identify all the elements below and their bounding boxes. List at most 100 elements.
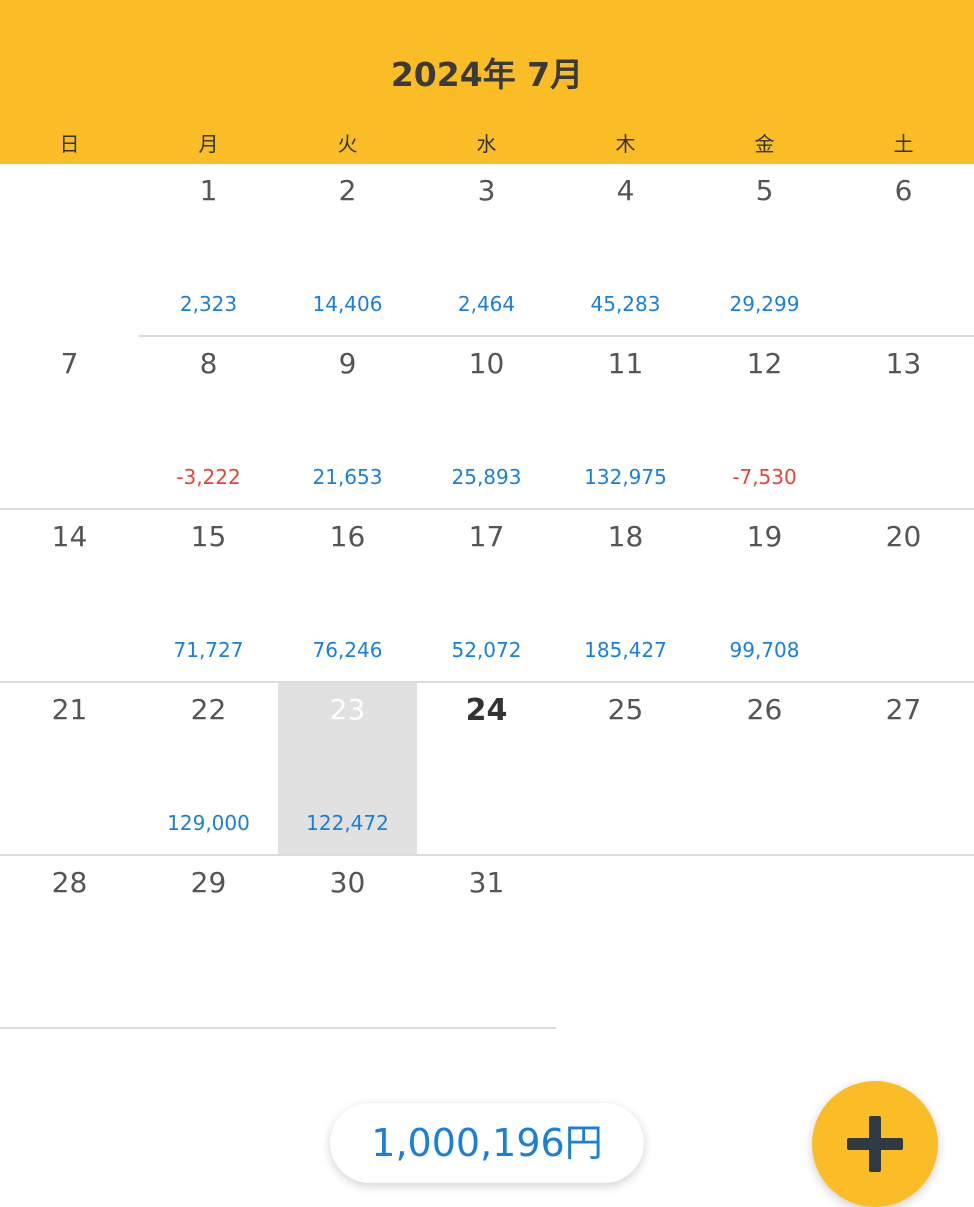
day-amount: 2,464 [457, 292, 516, 316]
day-number: 4 [616, 174, 635, 207]
calendar-day-cell[interactable]: 17 52,072 [417, 510, 556, 683]
day-amount: 21,653 [312, 465, 383, 489]
day-number: 27 [885, 693, 922, 726]
week-divider [0, 1027, 556, 1029]
day-amount: 25,893 [451, 465, 522, 489]
calendar-day-cell[interactable]: 12 -7,530 [695, 337, 834, 510]
day-number: 17 [468, 520, 505, 553]
calendar-day-cell[interactable]: 2 14,406 [278, 164, 417, 337]
day-amount: 122,472 [306, 811, 389, 835]
day-amount: -7,530 [732, 465, 797, 489]
day-number: 5 [755, 174, 774, 207]
calendar-day-cell[interactable]: 5 29,299 [695, 164, 834, 337]
weekday-sat: 土 [893, 132, 914, 156]
day-number: 15 [190, 520, 227, 553]
day-amount: 129,000 [167, 811, 250, 835]
day-amount: 14,406 [312, 292, 383, 316]
day-number: 7 [60, 347, 79, 380]
calendar-day-cell[interactable]: 1 2,323 [139, 164, 278, 337]
day-number: 26 [746, 693, 783, 726]
calendar-day-cell[interactable]: 11 132,975 [556, 337, 695, 510]
day-number: 8 [199, 347, 218, 380]
calendar-day-cell[interactable]: 8 -3,222 [139, 337, 278, 510]
day-number: 12 [746, 347, 783, 380]
day-number: 19 [746, 520, 783, 553]
day-number: 31 [468, 866, 505, 899]
calendar-day-cell[interactable]: 30 [278, 856, 417, 1029]
week-divider [0, 681, 974, 683]
day-number: 11 [607, 347, 644, 380]
calendar-day-cell[interactable]: 24 [417, 683, 556, 856]
calendar-day-cell[interactable]: 27 [834, 683, 973, 856]
day-number: 30 [329, 866, 366, 899]
calendar-empty-cell [0, 164, 139, 337]
week-divider [0, 508, 974, 510]
day-number: 14 [51, 520, 88, 553]
day-amount: 52,072 [451, 638, 522, 662]
day-number: 6 [894, 174, 913, 207]
add-entry-button[interactable] [812, 1081, 938, 1207]
weekday-sun: 日 [59, 132, 80, 156]
calendar-grid: 1 2,323 2 14,406 3 2,464 4 45,283 5 29,299 6 7 8 -3,2… [0, 164, 974, 1029]
weekday-fri: 金 [754, 132, 775, 156]
day-amount: 76,246 [312, 638, 383, 662]
month-title[interactable]: 2024年 7月 [0, 52, 974, 98]
day-number: 16 [329, 520, 366, 553]
calendar-day-cell[interactable]: 4 45,283 [556, 164, 695, 337]
day-number: 24 [465, 693, 508, 728]
day-amount: 185,427 [584, 638, 667, 662]
day-number: 22 [190, 693, 227, 726]
calendar-day-cell[interactable]: 7 [0, 337, 139, 510]
day-amount: -3,222 [176, 465, 241, 489]
calendar-day-cell[interactable]: 14 [0, 510, 139, 683]
week-divider [0, 854, 974, 856]
calendar-day-cell[interactable]: 26 [695, 683, 834, 856]
week-divider [139, 335, 974, 337]
month-total-pill[interactable]: 1,000,196円 [330, 1103, 644, 1183]
calendar-day-cell[interactable]: 22 129,000 [139, 683, 278, 856]
calendar-day-cell[interactable]: 3 2,464 [417, 164, 556, 337]
day-number: 1 [199, 174, 218, 207]
calendar-day-cell[interactable]: 28 [0, 856, 139, 1029]
calendar-day-cell[interactable]: 19 99,708 [695, 510, 834, 683]
weekday-wed: 水 [476, 132, 497, 156]
app-header: 2024年 7月 日 月 火 水 木 金 土 [0, 0, 974, 164]
calendar-day-cell[interactable]: 31 [417, 856, 556, 1029]
day-number: 29 [190, 866, 227, 899]
day-amount: 132,975 [584, 465, 667, 489]
day-number: 13 [885, 347, 922, 380]
calendar-day-cell[interactable]: 25 [556, 683, 695, 856]
day-number: 9 [338, 347, 357, 380]
weekday-tue: 火 [337, 132, 358, 156]
calendar-day-cell[interactable]: 13 [834, 337, 973, 510]
calendar-day-cell[interactable]: 18 185,427 [556, 510, 695, 683]
day-number: 23 [329, 693, 366, 726]
day-amount: 45,283 [590, 292, 661, 316]
day-number: 28 [51, 866, 88, 899]
calendar-empty-cell [695, 856, 834, 1029]
day-number: 10 [468, 347, 505, 380]
calendar-day-cell[interactable]: 9 21,653 [278, 337, 417, 510]
calendar-empty-cell [556, 856, 695, 1029]
calendar-day-cell[interactable]: 10 25,893 [417, 337, 556, 510]
day-number: 20 [885, 520, 922, 553]
calendar-day-cell[interactable]: 23 122,472 [278, 683, 417, 856]
day-number: 25 [607, 693, 644, 726]
calendar-day-cell[interactable]: 21 [0, 683, 139, 856]
day-amount: 2,323 [179, 292, 238, 316]
day-amount: 71,727 [173, 638, 244, 662]
calendar-day-cell[interactable]: 29 [139, 856, 278, 1029]
day-number: 3 [477, 174, 496, 207]
day-amount: 29,299 [729, 292, 800, 316]
calendar-day-cell[interactable]: 6 [834, 164, 973, 337]
calendar-empty-cell [834, 856, 973, 1029]
day-number: 21 [51, 693, 88, 726]
day-number: 2 [338, 174, 357, 207]
plus-icon [847, 1116, 903, 1172]
calendar-day-cell[interactable]: 16 76,246 [278, 510, 417, 683]
calendar-day-cell[interactable]: 15 71,727 [139, 510, 278, 683]
day-amount: 99,708 [729, 638, 800, 662]
weekday-row: 日 月 火 水 木 金 土 [0, 126, 974, 162]
calendar-day-cell[interactable]: 20 [834, 510, 973, 683]
weekday-mon: 月 [198, 132, 219, 156]
